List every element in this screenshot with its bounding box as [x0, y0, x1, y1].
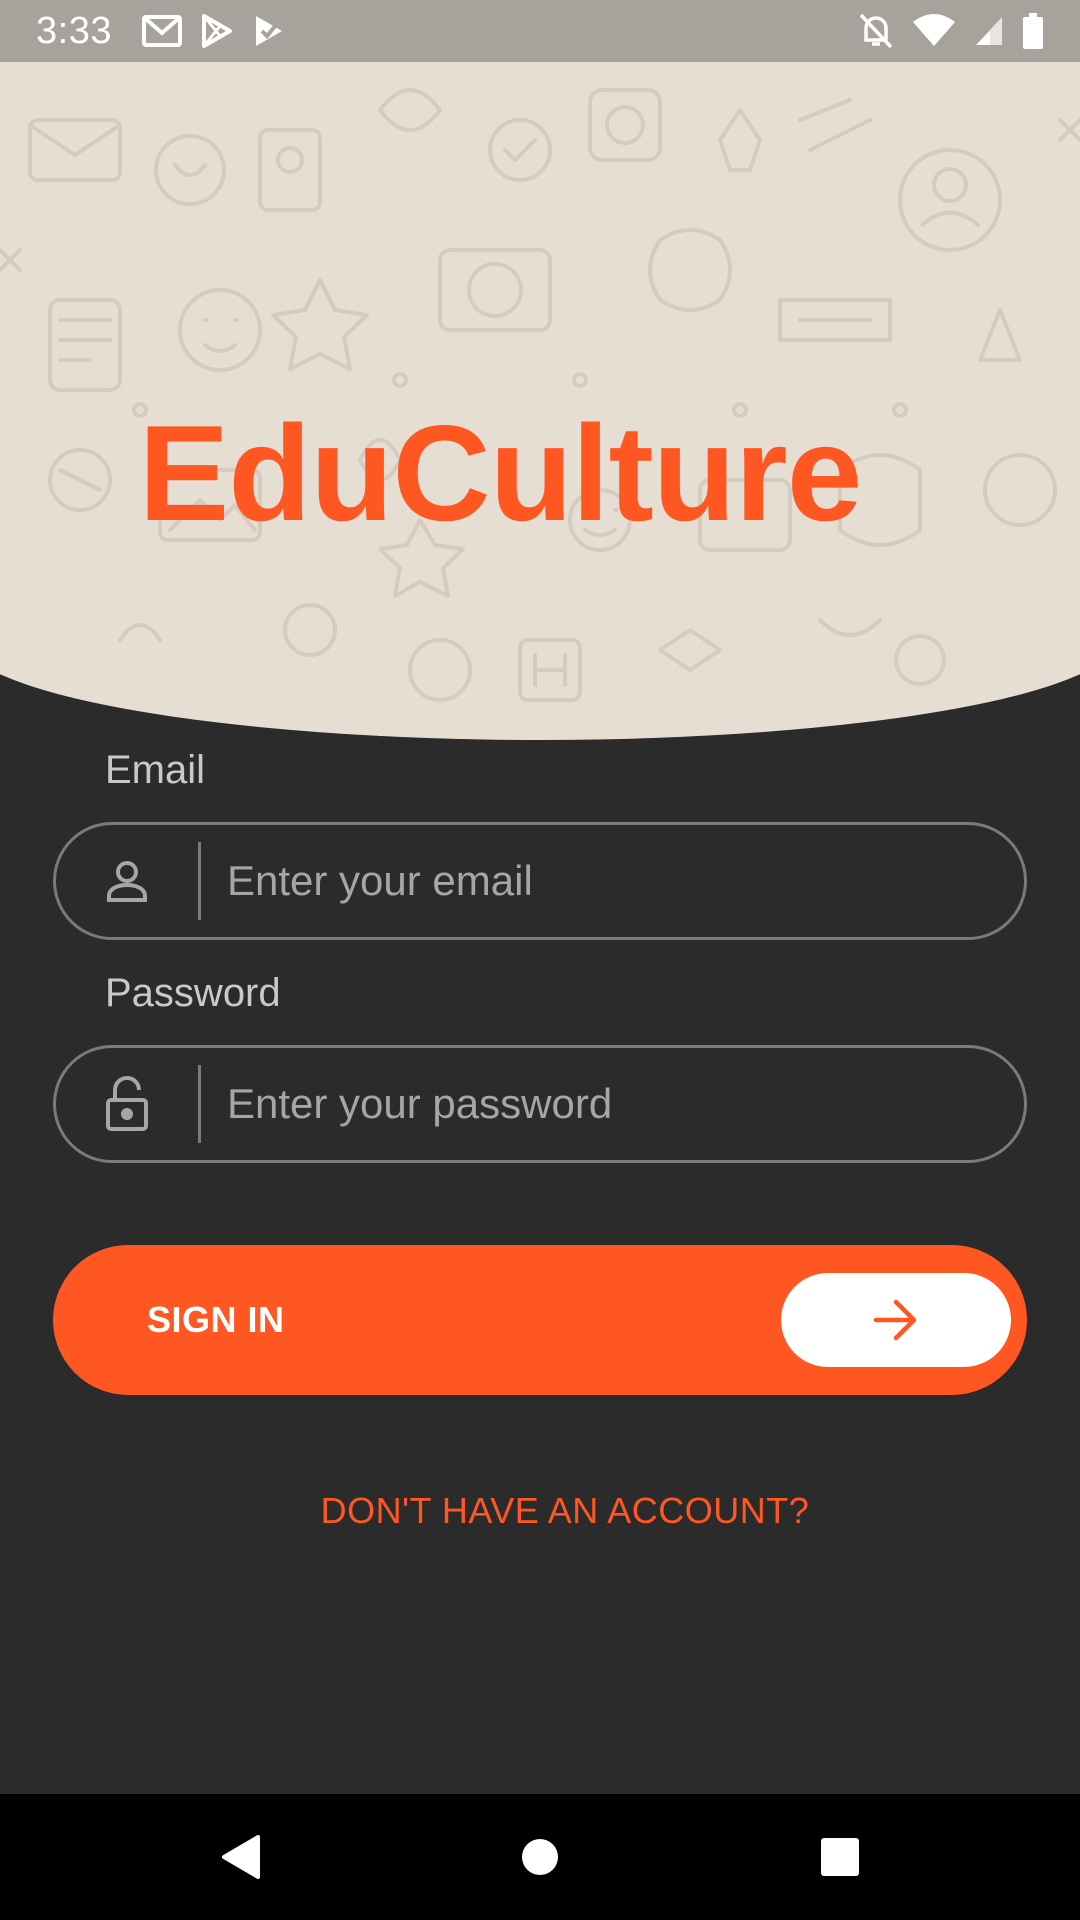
- wifi-icon: [912, 14, 956, 48]
- signup-link[interactable]: DON'T HAVE AN ACCOUNT?: [0, 1490, 1080, 1532]
- recents-icon: [821, 1838, 859, 1876]
- app-title: EduCulture: [138, 397, 863, 549]
- battery-icon: [1022, 13, 1044, 49]
- email-input[interactable]: [201, 825, 1024, 937]
- recents-button[interactable]: [690, 1794, 990, 1920]
- back-icon: [222, 1835, 260, 1879]
- login-screen: EduCulture 3:33 Email Enter your email P…: [0, 0, 1080, 1920]
- notification-icons: [141, 14, 286, 48]
- doodle-pattern: [0, 88, 1080, 702]
- sign-in-label: SIGN IN: [147, 1299, 285, 1340]
- password-field[interactable]: [53, 1045, 1027, 1163]
- person-icon: [56, 858, 198, 904]
- notifications-off-icon: [858, 12, 894, 50]
- arrow-right-icon: [873, 1299, 917, 1341]
- email-field[interactable]: [53, 822, 1027, 940]
- lock-icon: [56, 1076, 198, 1132]
- navigation-bar: [0, 1794, 1080, 1920]
- status-bar: 3:33: [0, 0, 1080, 62]
- gmail-icon: [141, 15, 182, 47]
- email-label: Email: [105, 748, 206, 792]
- play-store-icon: [200, 14, 234, 48]
- system-icons: [858, 12, 1044, 50]
- home-icon: [522, 1839, 558, 1875]
- sign-in-button[interactable]: SIGN IN: [53, 1245, 1027, 1395]
- sign-in-arrow-button[interactable]: [781, 1273, 1011, 1367]
- status-time: 3:33: [36, 9, 112, 52]
- signal-icon: [974, 15, 1004, 47]
- header-banner: EduCulture: [0, 0, 1080, 740]
- password-input[interactable]: [201, 1048, 1024, 1160]
- play-store-check-icon: [252, 14, 286, 48]
- home-button[interactable]: [390, 1794, 690, 1920]
- back-button[interactable]: [90, 1794, 390, 1920]
- password-label: Password: [105, 971, 281, 1015]
